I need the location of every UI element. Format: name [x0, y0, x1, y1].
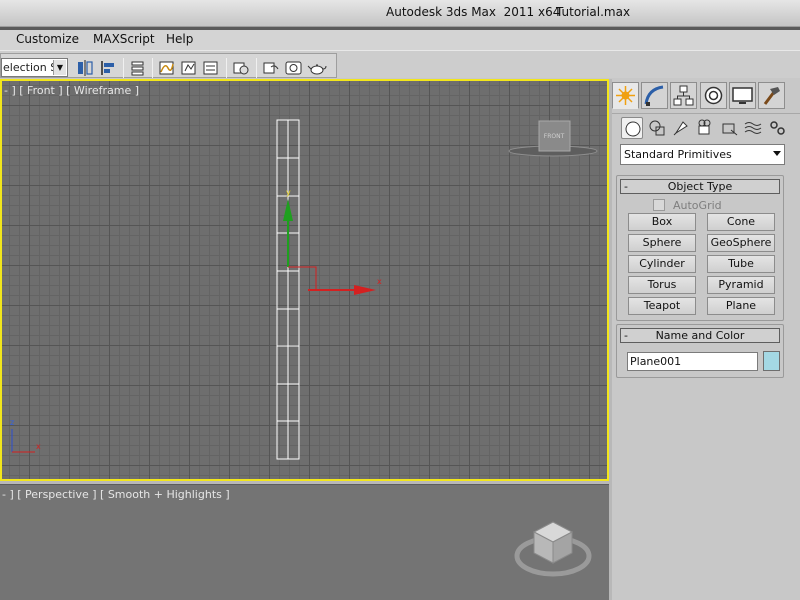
cameras-category-icon[interactable]	[694, 117, 716, 139]
motion-tab-icon[interactable]	[700, 82, 727, 109]
object-color-swatch[interactable]	[763, 351, 780, 371]
layer-manager-icon[interactable]	[128, 59, 148, 77]
autogrid-checkbox[interactable]: AutoGrid	[653, 199, 722, 212]
toolbar-separator	[123, 58, 124, 78]
align-icon[interactable]	[99, 59, 119, 77]
object-type-rollout-header[interactable]: - Object Type	[620, 179, 780, 194]
name-and-color-title: Name and Color	[655, 329, 745, 342]
hierarchy-tab-icon[interactable]	[670, 82, 697, 109]
create-tab-icon[interactable]	[612, 82, 639, 109]
app-window: Autodesk 3ds Max 2011 x64 Tutorial.max C…	[0, 0, 800, 600]
tube-button[interactable]: Tube	[707, 255, 775, 273]
material-editor-icon[interactable]	[201, 59, 221, 77]
toolbar-separator	[226, 58, 227, 78]
plane-button[interactable]: Plane	[707, 297, 775, 315]
main-toolbar: election Se ▼	[0, 50, 800, 78]
box-button[interactable]: Box	[628, 213, 696, 231]
menu-bar: Customize MAXScript Help	[0, 30, 800, 50]
object-name-input[interactable]: Plane001	[627, 352, 758, 371]
menu-customize[interactable]: Customize	[16, 32, 79, 46]
toolbar-separator	[152, 58, 153, 78]
gizmo-y-label: y	[286, 188, 291, 197]
tripod-z-label: z	[10, 418, 14, 427]
app-title: Autodesk 3ds Max 2011 x64	[386, 5, 561, 19]
primitive-type-dropdown[interactable]: Standard Primitives	[620, 144, 785, 165]
perspective-viewport-scene	[514, 521, 592, 577]
title-bar: Autodesk 3ds Max 2011 x64 Tutorial.max	[0, 0, 800, 27]
render-teapot-icon[interactable]	[307, 59, 327, 77]
x-axis-arrow-icon[interactable]	[354, 285, 376, 295]
space-warps-category-icon[interactable]	[742, 117, 764, 139]
primitive-type-value: Standard Primitives	[624, 148, 732, 161]
tripod-x-label: x	[36, 442, 41, 451]
chevron-down-icon[interactable]	[773, 151, 781, 156]
teapot-button[interactable]: Teapot	[628, 297, 696, 315]
move-gizmo[interactable]: y x	[283, 188, 382, 295]
pyramid-button[interactable]: Pyramid	[707, 276, 775, 294]
chevron-down-icon[interactable]: ▼	[53, 60, 66, 75]
collapse-icon[interactable]: -	[624, 180, 628, 193]
perspective-viewcube[interactable]	[514, 521, 592, 577]
named-selection-set-dropdown[interactable]: election Se ▼	[1, 58, 68, 77]
cone-button[interactable]: Cone	[707, 213, 775, 231]
plane-wireframe[interactable]	[276, 119, 300, 460]
autogrid-label: AutoGrid	[673, 199, 722, 212]
front-viewport-scene: y x z x FRONT	[10, 119, 598, 460]
toolbar-separator	[256, 58, 257, 78]
axis-tripod: z x	[10, 418, 41, 453]
utilities-tab-icon[interactable]	[758, 82, 785, 109]
object-type-title: Object Type	[667, 180, 733, 193]
menu-help[interactable]: Help	[166, 32, 193, 46]
name-and-color-rollout-header[interactable]: - Name and Color	[620, 328, 780, 343]
gizmo-x-label: x	[377, 277, 382, 286]
sphere-button[interactable]: Sphere	[628, 234, 696, 252]
lights-category-icon[interactable]	[670, 117, 692, 139]
viewcube[interactable]: FRONT	[508, 120, 598, 157]
selection-set-value: election Se	[3, 61, 53, 74]
object-type-rollout: - Object Type AutoGrid Box Cone Sphere G…	[616, 175, 784, 321]
command-panel: Standard Primitives - Object Type AutoGr…	[612, 79, 800, 600]
render-setup-icon[interactable]	[231, 59, 251, 77]
modify-tab-icon[interactable]	[641, 82, 668, 109]
command-panel-tabs	[612, 82, 800, 110]
rendered-frame-window-icon[interactable]	[261, 59, 281, 77]
front-viewport[interactable]: - ] [ Front ] [ Wireframe ] y x z x FRON…	[0, 79, 609, 481]
perspective-viewport[interactable]: - ] [ Perspective ] [ Smooth + Highlight…	[0, 484, 609, 600]
render-production-icon[interactable]	[284, 59, 304, 77]
y-axis-arrow-icon[interactable]	[283, 199, 293, 221]
name-and-color-rollout: - Name and Color Plane001	[616, 324, 784, 378]
helpers-category-icon[interactable]	[718, 117, 740, 139]
file-title: Tutorial.max	[556, 5, 631, 19]
toolbar-strip: election Se ▼	[0, 53, 337, 78]
checkbox-icon[interactable]	[653, 199, 665, 211]
display-tab-icon[interactable]	[729, 82, 756, 109]
shapes-category-icon[interactable]	[646, 117, 668, 139]
viewcube-face-label: FRONT	[544, 133, 565, 140]
mirror-icon[interactable]	[75, 59, 95, 77]
geometry-category-icon[interactable]	[621, 117, 643, 139]
schematic-view-icon[interactable]	[179, 59, 199, 77]
torus-button[interactable]: Torus	[628, 276, 696, 294]
geosphere-button[interactable]: GeoSphere	[707, 234, 775, 252]
systems-category-icon[interactable]	[766, 117, 788, 139]
collapse-icon[interactable]: -	[624, 329, 628, 342]
curve-editor-icon[interactable]	[157, 59, 177, 77]
create-subcategories	[612, 113, 800, 141]
menu-maxscript[interactable]: MAXScript	[93, 32, 155, 46]
cylinder-button[interactable]: Cylinder	[628, 255, 696, 273]
